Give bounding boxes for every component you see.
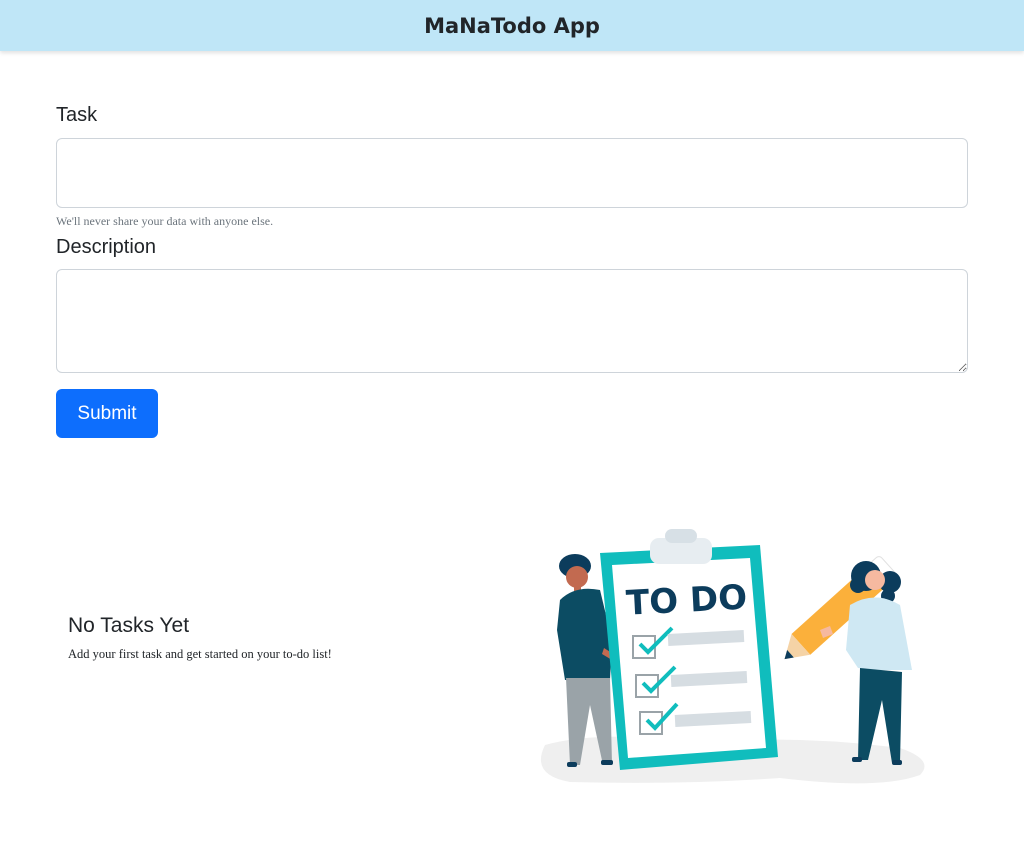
navbar: MaNaTodo App [0,0,1024,51]
task-help-text: We'll never share your data with anyone … [56,214,274,228]
task-form: Task We'll never share your data with an… [56,104,968,438]
task-input[interactable] [56,138,968,208]
description-label: Description [56,236,157,258]
todo-clipboard-illustration: TO DO [540,529,925,784]
submit-button[interactable]: Submit [56,389,158,438]
clipboard: TO DO [600,529,778,770]
empty-state-title: No Tasks Yet [68,614,190,637]
app-title[interactable]: MaNaTodo App [424,14,600,38]
empty-state: No Tasks Yet Add your first task and get… [68,614,488,662]
empty-state-message: Add your first task and get started on y… [68,647,332,661]
clipboard-heading: TO DO [625,578,748,624]
task-label: Task [56,104,98,126]
description-textarea[interactable] [56,269,968,373]
